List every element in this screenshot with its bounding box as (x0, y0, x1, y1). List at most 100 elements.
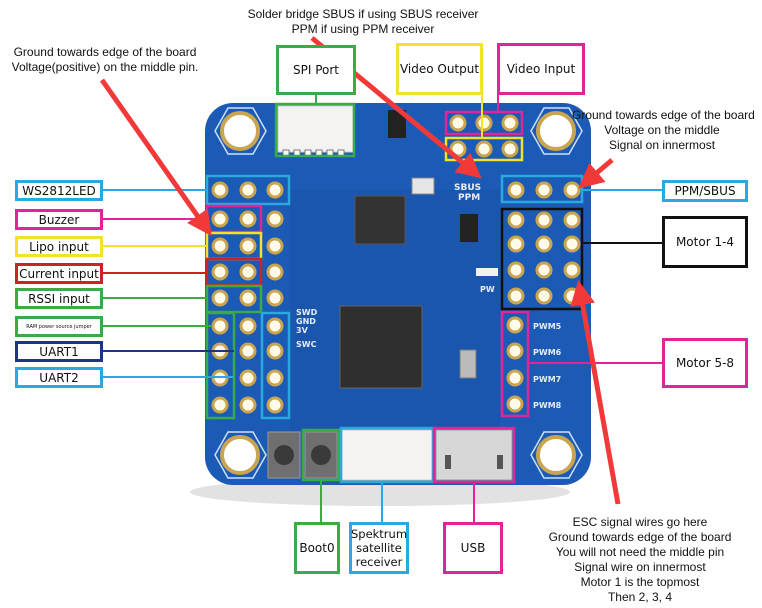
ppm-pad-c0 (507, 181, 525, 199)
motor-pad-r3-c2 (563, 287, 581, 305)
left-pad-r1-c2 (266, 210, 284, 228)
pwm-pad-7 (506, 369, 524, 387)
gyro-chip (354, 195, 406, 245)
mount-hole-tr (536, 111, 576, 151)
silk-swd: SWD (296, 308, 318, 317)
left-pad-r1-c1 (239, 210, 257, 228)
silk-pwm5: PWM5 (533, 322, 562, 331)
mount-hole-bl (220, 435, 260, 475)
left-pad-r5-c1 (239, 317, 257, 335)
left-pad-r6-c2 (266, 342, 284, 360)
note-esc: ESC signal wires go here Ground towards … (540, 515, 740, 605)
silk-swc: SWC (296, 340, 317, 349)
note-ppm-line3: Signal on innermost (608, 138, 716, 152)
note-esc-line4: Signal wire on innermost (574, 560, 706, 574)
silk-pwm6: PWM6 (533, 348, 562, 357)
note-solder-bridge-line2: PPM if using PPM receiver (291, 22, 435, 36)
left-pad-r5-c0 (211, 317, 229, 335)
main-mcu-chip (339, 305, 423, 389)
note-left-power: Ground towards edge of the board Voltage… (6, 45, 204, 75)
left-pad-r2-c2 (266, 237, 284, 255)
left-pad-r7-c1 (239, 369, 257, 387)
label-uart1: UART1 (15, 341, 103, 362)
note-ppm-line1: Ground towards edge of the board (572, 108, 755, 122)
motor-pad-r1-c0 (507, 235, 525, 253)
left-pad-r3-c1 (239, 263, 257, 281)
pwm-pad-5 (506, 316, 524, 334)
left-pad-r1-c0 (211, 210, 229, 228)
boot0-button-cap (311, 445, 331, 465)
silk-3v: 3V (296, 326, 309, 335)
usb-slot-right (497, 455, 503, 469)
motor-pad-r1-c2 (563, 235, 581, 253)
note-left-power-line1: Ground towards edge of the board (13, 45, 197, 59)
left-pad-r2-c0 (211, 237, 229, 255)
silk-pw: PW (480, 285, 495, 294)
label-uart2: UART2 (15, 367, 103, 388)
note-solder-bridge-line1: Solder bridge SBUS if using SBUS receive… (247, 7, 479, 21)
usb-slot-left (445, 455, 451, 469)
motor-pad-r1-c1 (535, 235, 553, 253)
motor-pad-r2-c2 (563, 261, 581, 279)
note-esc-line6: Then 2, 3, 4 (607, 590, 673, 604)
transistor-chip (460, 214, 478, 242)
label-spektrum: Spektrum satellite receiver (349, 522, 409, 574)
mount-hole-br (536, 435, 576, 475)
label-motor-5-8: Motor 5-8 (662, 338, 748, 388)
baro-sensor (411, 177, 435, 195)
silk-sbus: SBUS (454, 183, 481, 193)
silk-gnd: GND (296, 317, 316, 326)
label-boot0: Boot0 (294, 522, 340, 574)
left-pad-r8-c2 (266, 396, 284, 414)
motor-pad-r3-c0 (507, 287, 525, 305)
left-pad-r2-c1 (239, 237, 257, 255)
note-ppm-line2: Voltage on the middle (604, 123, 720, 137)
label-current-input: Current input (15, 263, 103, 284)
motor-pad-r2-c1 (535, 261, 553, 279)
left-pad-r6-c1 (239, 342, 257, 360)
arrow-lipo (99, 78, 212, 237)
label-buzzer: Buzzer (15, 209, 103, 230)
label-video-input: Video Input (497, 43, 585, 95)
left-pad-r3-c0 (211, 263, 229, 281)
pwm-pad-8 (506, 395, 524, 413)
note-left-power-line2: Voltage(positive) on the middle pin. (11, 60, 199, 74)
left-pad-r8-c0 (211, 396, 229, 414)
left-pad-r3-c2 (266, 263, 284, 281)
label-usb: USB (443, 522, 503, 574)
mount-hole-tl (220, 111, 260, 151)
note-esc-line1: ESC signal wires go here (572, 515, 708, 529)
left-pad-r4-c0 (211, 289, 229, 307)
left-pad-r0-c2 (266, 181, 284, 199)
left-pad-r7-c2 (266, 369, 284, 387)
note-esc-line5: Motor 1 is the topmost (580, 575, 700, 589)
left-pad-r5-c2 (266, 317, 284, 335)
motor-pad-r2-c0 (507, 261, 525, 279)
reset-button-cap (274, 445, 294, 465)
left-pad-r4-c2 (266, 289, 284, 307)
ppm-pad-c2 (563, 181, 581, 199)
left-pad-r0-c0 (211, 181, 229, 199)
video-pad-r0-c1 (475, 114, 493, 132)
spi-connector (277, 105, 354, 153)
note-ppm-wiring: Ground towards edge of the board Voltage… (572, 108, 755, 153)
motor-pad-r0-c1 (535, 211, 553, 229)
label-ws2812led: WS2812LED (15, 180, 103, 201)
video-pad-r0-c0 (449, 114, 467, 132)
ppm-pad-c1 (535, 181, 553, 199)
silk-pwm8: PWM8 (533, 401, 562, 410)
note-esc-line3: You will not need the middle pin (555, 545, 725, 559)
label-motor-1-4: Motor 1-4 (662, 216, 748, 268)
note-esc-line2: Ground towards edge of the board (548, 530, 732, 544)
label-video-output: Video Output (396, 43, 483, 95)
note-solder-bridge: Solder bridge SBUS if using SBUS receive… (193, 7, 533, 37)
motor-pad-r0-c2 (563, 211, 581, 229)
label-ram-jumper: RAM power source jumper (15, 316, 103, 337)
video-pad-r1-c1 (475, 140, 493, 158)
left-pad-r0-c1 (239, 181, 257, 199)
pw-led (476, 268, 498, 276)
video-pad-r1-c2 (501, 140, 519, 158)
left-pad-r8-c1 (239, 396, 257, 414)
label-ppm-sbus: PPM/SBUS (662, 180, 748, 202)
video-pad-r0-c2 (501, 114, 519, 132)
